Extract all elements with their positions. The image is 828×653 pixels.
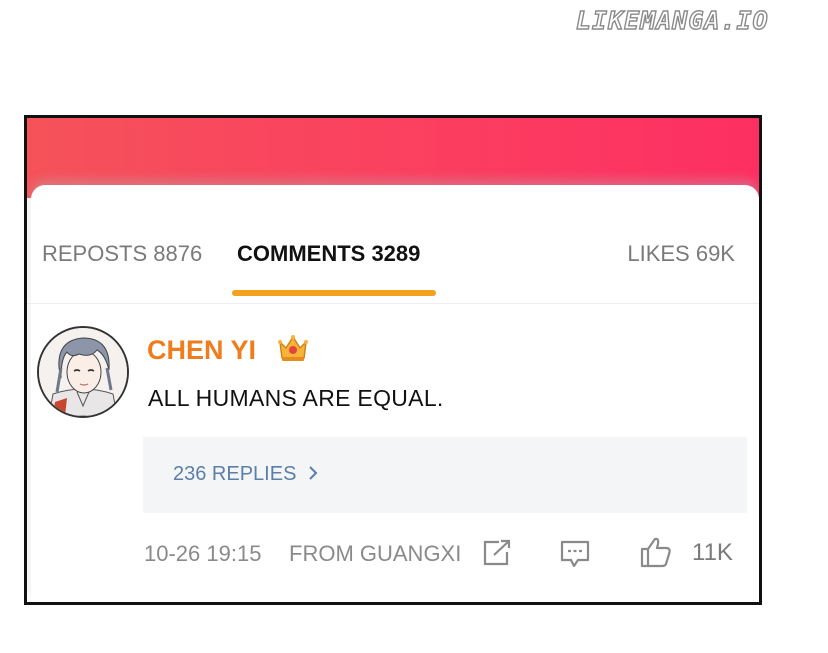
share-icon[interactable]	[482, 539, 512, 572]
like-count: 11K	[692, 539, 733, 566]
thumbs-up-icon[interactable]	[639, 535, 673, 574]
active-tab-indicator	[232, 290, 436, 296]
username[interactable]: CHEN YI	[147, 335, 256, 366]
crown-icon	[277, 333, 309, 363]
comment-icon[interactable]	[559, 539, 591, 574]
comment-text: ALL HUMANS ARE EQUAL.	[148, 385, 444, 411]
replies-count: 236 REPLIES	[173, 463, 297, 485]
comment-panel: REPOSTS 8876 COMMENTS 3289 LIKES 69K CHE…	[24, 115, 762, 605]
tab-likes[interactable]: LIKES 69K	[627, 241, 735, 267]
avatar[interactable]	[37, 326, 129, 418]
comment-timestamp: 10-26 19:15	[144, 541, 262, 566]
replies-link[interactable]: 236 REPLIES	[173, 463, 318, 487]
chevron-right-icon	[308, 464, 318, 487]
tab-comments[interactable]: COMMENTS 3289	[237, 241, 420, 267]
watermark: LIKEMANGA.IO	[575, 5, 769, 35]
tab-reposts[interactable]: REPOSTS 8876	[42, 241, 202, 267]
comment-location: FROM GUANGXI	[289, 541, 462, 566]
tab-divider	[27, 303, 759, 304]
replies-box[interactable]: 236 REPLIES	[143, 437, 747, 513]
